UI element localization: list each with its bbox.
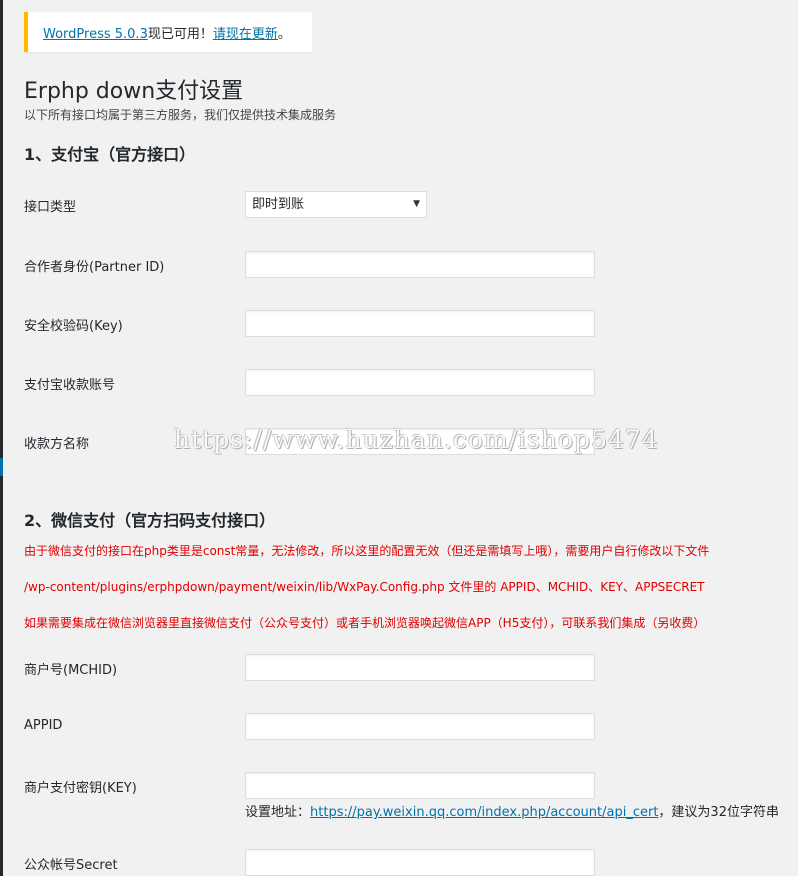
alipay-account-label: 支付宝收款账号 xyxy=(24,378,116,393)
page-title: Erphp down支付设置 xyxy=(24,79,244,104)
chevron-down-icon: ▼ xyxy=(413,199,420,209)
notice-available-text: 现已可用！ xyxy=(147,27,213,42)
wechat-note-3: 如果需要集成在微信浏览器里直接微信支付（公众号支付）或者手机浏览器唤起微信APP… xyxy=(24,616,706,630)
app-secret-label: 公众帐号Secret xyxy=(24,858,118,873)
watermark-text: https://www.huzhan.com/ishop5474 xyxy=(174,425,659,454)
alipay-type-select[interactable]: 即时到账 ▼ xyxy=(245,191,427,218)
wechat-note-1: 由于微信支付的接口在php类里是const常量，无法修改，所以这里的配置无效（但… xyxy=(24,544,710,558)
page-subtitle: 以下所有接口均属于第三方服务，我们仅提供技术集成服务 xyxy=(24,108,337,122)
partner-id-label: 合作者身份(Partner ID) xyxy=(24,260,165,275)
hint-suffix: ，建议为32位字符串 xyxy=(658,805,779,820)
alipay-key-input[interactable] xyxy=(245,310,595,337)
notice-end: 。 xyxy=(277,27,291,42)
update-now-link[interactable]: 请现在更新 xyxy=(213,27,278,42)
alipay-account-input[interactable] xyxy=(245,369,595,396)
partner-id-input[interactable] xyxy=(245,251,595,278)
alipay-type-selected: 即时到账 xyxy=(252,197,305,212)
alipay-type-label: 接口类型 xyxy=(24,200,77,215)
update-notice: WordPress 5.0.3现已可用！请现在更新。 xyxy=(24,12,312,52)
wordpress-version-link[interactable]: WordPress 5.0.3 xyxy=(43,27,148,42)
wechat-key-hint: 设置地址：https://pay.weixin.qq.com/index.php… xyxy=(245,801,779,820)
mchid-label: 商户号(MCHID) xyxy=(24,663,118,678)
payee-name-label: 收款方名称 xyxy=(24,437,90,452)
wechat-note-2: /wp-content/plugins/erphpdown/payment/we… xyxy=(24,580,705,594)
hint-prefix: 设置地址： xyxy=(245,805,311,820)
wechat-key-label: 商户支付密钥(KEY) xyxy=(24,781,137,796)
admin-menu-edge xyxy=(0,0,3,876)
mchid-input[interactable] xyxy=(245,654,595,681)
app-secret-input[interactable] xyxy=(245,849,595,876)
appid-input[interactable] xyxy=(245,713,595,740)
appid-label: APPID xyxy=(24,718,63,733)
admin-menu-arrow xyxy=(0,458,3,476)
api-cert-link[interactable]: https://pay.weixin.qq.com/index.php/acco… xyxy=(310,805,658,820)
wechat-section-title: 2、微信支付（官方扫码支付接口） xyxy=(24,511,276,530)
alipay-section-title: 1、支付宝（官方接口） xyxy=(24,145,196,164)
alipay-key-label: 安全校验码(Key) xyxy=(24,319,123,334)
wechat-key-input[interactable] xyxy=(245,772,595,799)
